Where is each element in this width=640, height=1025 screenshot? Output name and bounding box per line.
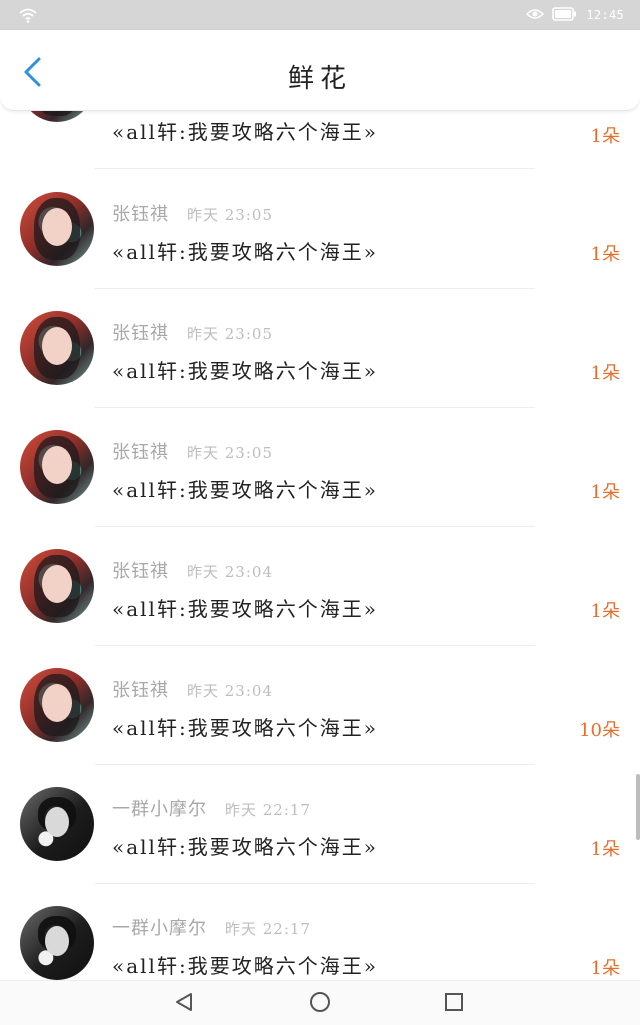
avatar[interactable] bbox=[20, 668, 94, 742]
flower-count: 1朵 bbox=[590, 126, 620, 147]
nav-back-button[interactable] bbox=[171, 991, 197, 1017]
flower-count: 1朵 bbox=[590, 482, 620, 503]
avatar-face bbox=[42, 446, 72, 484]
author-name[interactable]: 张钰祺 bbox=[112, 200, 169, 226]
author-name[interactable]: 一群小摩尔 bbox=[112, 795, 207, 821]
nav-home-button[interactable] bbox=[307, 991, 333, 1017]
author-line: 张钰祺 昨天 23:04 bbox=[112, 557, 273, 583]
status-bar: 12:45 bbox=[0, 0, 640, 30]
wifi-icon bbox=[18, 6, 38, 24]
avatar[interactable] bbox=[20, 787, 94, 861]
timestamp: 昨天 23:05 bbox=[187, 325, 273, 343]
page-title: 鲜花 bbox=[287, 64, 352, 94]
author-line: 张钰祺 昨天 23:04 bbox=[112, 676, 273, 702]
message-text: «all轩:我要攻略六个海王» bbox=[112, 597, 378, 621]
avatar-face bbox=[45, 926, 69, 956]
recents-square-icon bbox=[443, 991, 465, 1017]
message-text: «all轩:我要攻略六个海王» bbox=[112, 954, 378, 978]
avatar[interactable] bbox=[20, 430, 94, 504]
avatar[interactable] bbox=[20, 906, 94, 980]
message-text: «all轩:我要攻略六个海王» bbox=[112, 359, 378, 383]
list-item[interactable]: 张钰祺 昨天 23:05 «all轩:我要攻略六个海王» 1朵 bbox=[0, 408, 640, 527]
avatar[interactable] bbox=[20, 549, 94, 623]
author-name[interactable]: 一群小摩尔 bbox=[112, 914, 207, 940]
timestamp: 昨天 23:04 bbox=[187, 682, 273, 700]
avatar-face bbox=[42, 565, 72, 603]
avatar-face bbox=[45, 807, 69, 837]
list-item[interactable]: «all轩:我要攻略六个海王» 1朵 bbox=[0, 110, 640, 147]
list-item[interactable]: 张钰祺 昨天 23:05 «all轩:我要攻略六个海王» 1朵 bbox=[0, 289, 640, 408]
message-text: «all轩:我要攻略六个海王» bbox=[112, 240, 378, 264]
timestamp: 昨天 22:17 bbox=[225, 920, 311, 938]
battery-icon bbox=[552, 6, 578, 25]
flower-count: 1朵 bbox=[590, 839, 620, 860]
divider bbox=[95, 168, 535, 169]
timestamp: 昨天 22:17 bbox=[225, 801, 311, 819]
author-name[interactable]: 张钰祺 bbox=[112, 438, 169, 464]
timestamp: 昨天 23:04 bbox=[187, 563, 273, 581]
status-time: 12:45 bbox=[586, 8, 624, 22]
author-name[interactable]: 张钰祺 bbox=[112, 319, 169, 345]
author-line: 张钰祺 昨天 23:05 bbox=[112, 438, 273, 464]
flower-count: 1朵 bbox=[590, 958, 620, 979]
flower-count: 1朵 bbox=[590, 244, 620, 265]
message-text: «all轩:我要攻略六个海王» bbox=[112, 716, 378, 740]
message-text: «all轩:我要攻略六个海王» bbox=[112, 835, 378, 859]
avatar[interactable] bbox=[20, 192, 94, 266]
avatar-face bbox=[42, 208, 72, 246]
list-item[interactable]: 一群小摩尔 昨天 22:17 «all轩:我要攻略六个海王» 1朵 bbox=[0, 884, 640, 980]
author-line: 张钰祺 昨天 23:05 bbox=[112, 319, 273, 345]
message-text: «all轩:我要攻略六个海王» bbox=[112, 478, 378, 502]
author-line: 张钰祺 昨天 23:05 bbox=[112, 200, 273, 226]
avatar[interactable] bbox=[20, 311, 94, 385]
avatar-face bbox=[42, 684, 72, 722]
timestamp: 昨天 23:05 bbox=[187, 206, 273, 224]
eye-icon bbox=[526, 6, 545, 25]
scrollbar[interactable] bbox=[636, 774, 640, 840]
avatar-face bbox=[42, 327, 72, 365]
list-item[interactable]: 张钰祺 昨天 23:04 «all轩:我要攻略六个海王» 10朵 bbox=[0, 646, 640, 765]
flower-count: 1朵 bbox=[590, 601, 620, 622]
status-right: 12:45 bbox=[526, 6, 624, 24]
author-line: 一群小摩尔 昨天 22:17 bbox=[112, 795, 311, 821]
list-item[interactable]: 张钰祺 昨天 23:04 «all轩:我要攻略六个海王» 1朵 bbox=[0, 527, 640, 646]
back-triangle-icon bbox=[173, 991, 195, 1017]
flower-count: 1朵 bbox=[590, 363, 620, 384]
home-circle-icon bbox=[309, 991, 331, 1017]
flower-count: 10朵 bbox=[579, 720, 620, 741]
author-line: 一群小摩尔 昨天 22:17 bbox=[112, 914, 311, 940]
nav-recents-button[interactable] bbox=[441, 991, 467, 1017]
author-name[interactable]: 张钰祺 bbox=[112, 676, 169, 702]
flower-list: «all轩:我要攻略六个海王» 1朵 张钰祺 昨天 23:05 «all轩:我要… bbox=[0, 110, 640, 980]
message-text: «all轩:我要攻略六个海王» bbox=[112, 120, 378, 144]
timestamp: 昨天 23:05 bbox=[187, 444, 273, 462]
list-item[interactable]: 一群小摩尔 昨天 22:17 «all轩:我要攻略六个海王» 1朵 bbox=[0, 765, 640, 884]
author-name[interactable]: 张钰祺 bbox=[112, 557, 169, 583]
list-item[interactable]: 张钰祺 昨天 23:05 «all轩:我要攻略六个海王» 1朵 bbox=[0, 170, 640, 289]
avatar[interactable] bbox=[20, 110, 94, 122]
header: 鲜花 bbox=[0, 30, 640, 111]
navigation-bar bbox=[0, 980, 640, 1025]
